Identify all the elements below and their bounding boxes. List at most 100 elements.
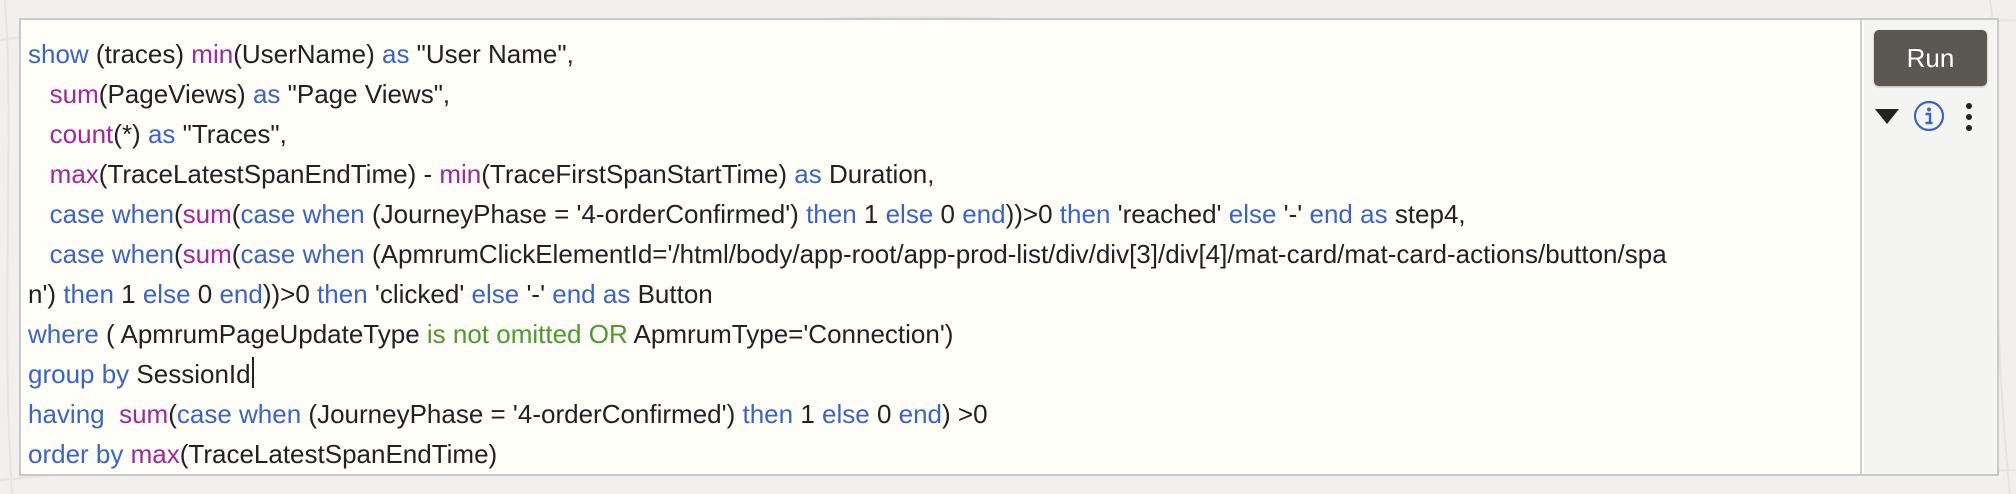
query-line: max(TraceLatestSpanEndTime) - min(TraceF…: [28, 154, 1860, 194]
function-token: max: [130, 439, 180, 469]
text-token: "Page Views",: [280, 79, 451, 109]
text-token: ) >0: [942, 399, 988, 429]
query-line: order by max(TraceLatestSpanEndTime): [28, 434, 1860, 474]
text-token: SessionId: [129, 359, 251, 389]
keyword-token: then: [1059, 199, 1111, 229]
text-token: (*): [113, 119, 148, 149]
keyword-token: having: [28, 399, 105, 429]
keyword-token: when: [302, 239, 365, 269]
query-line: count(*) as "Traces",: [28, 114, 1860, 154]
query-line: sum(PageViews) as "Page Views",: [28, 74, 1860, 114]
keyword-token: else: [822, 399, 870, 429]
text-token: 0: [190, 279, 220, 309]
keyword-token: when: [239, 399, 302, 429]
query-editor[interactable]: show (traces) min(UserName) as "User Nam…: [21, 20, 1862, 474]
keyword-token: end: [898, 399, 943, 429]
text-token: 0: [933, 199, 963, 229]
operator-token: is not omitted: [426, 319, 582, 349]
keyword-token: as: [794, 159, 822, 189]
function-token: max: [49, 159, 99, 189]
keyword-token: case: [49, 199, 105, 229]
text-token: step4,: [1387, 199, 1466, 229]
text-token: (: [173, 199, 183, 229]
function-token: sum: [119, 399, 169, 429]
keyword-token: end: [1309, 199, 1353, 229]
keyword-token: else: [471, 279, 520, 309]
text-token: (traces): [88, 39, 192, 69]
text-token: '-': [519, 279, 553, 309]
operator-token: OR: [588, 319, 628, 349]
keyword-token: case: [49, 239, 105, 269]
function-token: sum: [49, 79, 99, 109]
toolbar-icons: [1874, 100, 1992, 140]
text-token: Button: [630, 279, 713, 309]
text-token: (PageViews): [98, 79, 253, 109]
query-line: n') then 1 else 0 end))>0 then 'clicked'…: [28, 274, 1860, 314]
keyword-token: order by: [28, 439, 124, 469]
query-toolbar: Run: [1864, 20, 1997, 474]
keyword-token: then: [317, 279, 368, 309]
keyword-token: as: [602, 279, 631, 309]
keyword-token: case: [176, 399, 232, 429]
keyword-token: else: [885, 199, 934, 229]
query-panel: show (traces) min(UserName) as "User Nam…: [19, 18, 1999, 476]
function-token: sum: [182, 239, 232, 269]
function-token: min: [439, 159, 482, 189]
keyword-token: when: [111, 199, 174, 229]
text-token: (JourneyPhase = '4-orderConfirmed'): [364, 199, 807, 229]
keyword-token: end: [219, 279, 263, 309]
query-line: show (traces) min(UserName) as "User Nam…: [28, 34, 1860, 74]
keyword-token: end: [552, 279, 596, 309]
query-line: where ( ApmrumPageUpdateType is not omit…: [28, 314, 1860, 354]
keyword-token: else: [1228, 199, 1277, 229]
text-caret: [251, 357, 254, 388]
keyword-token: else: [142, 279, 191, 309]
keyword-token: then: [63, 279, 114, 309]
text-token: ( ApmrumPageUpdateType: [98, 319, 427, 349]
text-token: "Traces",: [175, 119, 287, 149]
text-token: Duration,: [821, 159, 935, 189]
function-token: count: [49, 119, 114, 149]
keyword-token: case: [240, 199, 296, 229]
keyword-token: then: [742, 399, 794, 429]
keyword-token: then: [806, 199, 857, 229]
text-token: (TraceFirstSpanStartTime): [481, 159, 795, 189]
text-token: 0: [869, 399, 899, 429]
caret-down-icon[interactable]: [1874, 106, 1900, 131]
text-token: ApmrumType='Connection'): [627, 319, 954, 349]
text-token: (TraceLatestSpanEndTime) -: [98, 159, 440, 189]
function-token: sum: [182, 199, 232, 229]
text-token: (ApmrumClickElementId='/html/body/app-ro…: [364, 239, 1667, 269]
keyword-token: as: [381, 39, 410, 69]
text-token: n'): [28, 279, 64, 309]
more-vertical-icon[interactable]: [1964, 102, 1974, 137]
text-token: (: [168, 399, 177, 429]
keyword-token: as: [252, 79, 281, 109]
text-token: 1: [793, 399, 823, 429]
text-token: 'clicked': [367, 279, 472, 309]
text-token: (UserName): [233, 39, 382, 69]
query-line: case when(sum(case when (JourneyPhase = …: [28, 194, 1860, 234]
text-token: 'reached': [1110, 199, 1229, 229]
keyword-token: as: [1360, 199, 1388, 229]
info-icon[interactable]: [1913, 100, 1945, 137]
run-button[interactable]: Run: [1874, 30, 1987, 86]
keyword-token: end: [962, 199, 1006, 229]
text-token: 1: [856, 199, 886, 229]
keyword-token: case: [240, 239, 296, 269]
text-token: (JourneyPhase = '4-orderConfirmed'): [301, 399, 743, 429]
text-token: (TraceLatestSpanEndTime): [179, 439, 498, 469]
text-token: ))>0: [262, 279, 318, 309]
query-line: group by SessionId: [28, 354, 1860, 394]
text-token: 1: [113, 279, 143, 309]
query-line: case when(sum(case when (ApmrumClickElem…: [28, 234, 1860, 274]
